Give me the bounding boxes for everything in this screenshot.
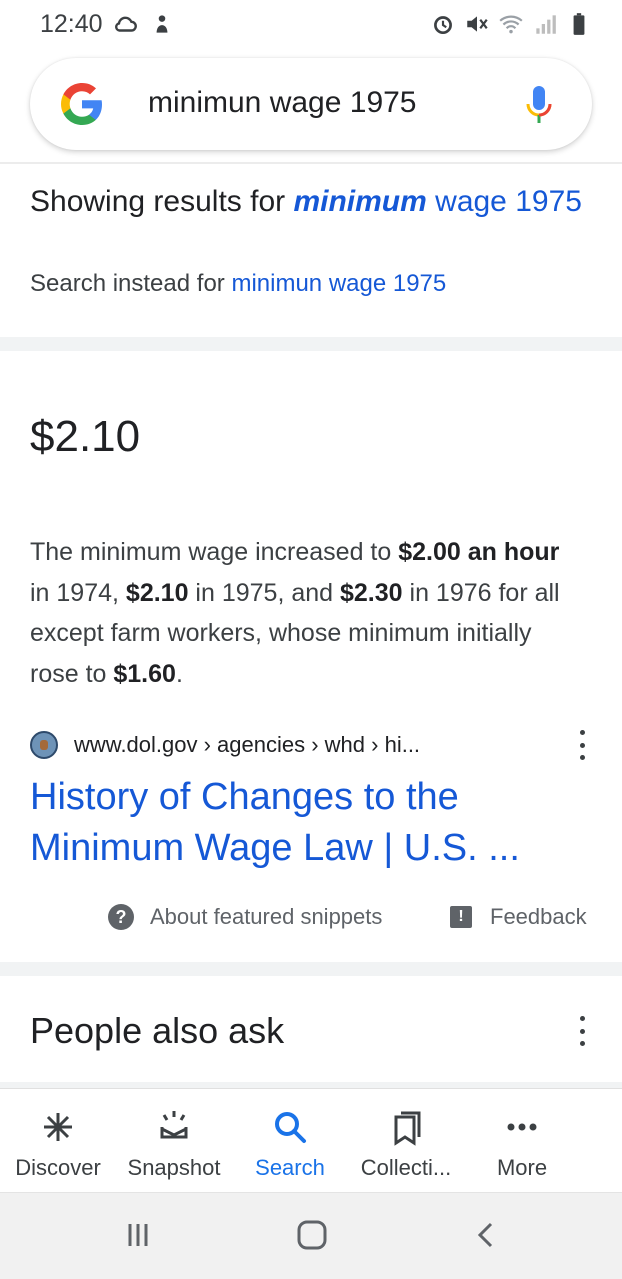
snippet-text: in 1974,: [30, 578, 126, 607]
snippet-bold-text: $2.00 an hour: [398, 538, 560, 566]
spelling-prefix: Showing results for: [30, 185, 294, 218]
search-bar[interactable]: minimun wage 1975: [30, 58, 592, 150]
source-row[interactable]: www.dol.gov › agencies › whd › hi...: [30, 728, 592, 762]
battery-icon: [573, 13, 585, 35]
nav-label: Search: [255, 1155, 325, 1180]
system-nav-bar: [0, 1192, 622, 1279]
recent-apps-button[interactable]: [118, 1215, 158, 1255]
original-query-link[interactable]: minimun wage 1975: [231, 270, 446, 297]
snippet-bold-text: $1.60: [113, 659, 176, 688]
bottom-nav: Discover Snapshot Search Collecti... Mor…: [0, 1088, 622, 1192]
featured-answer: $2.10: [30, 412, 141, 461]
search-icon: [275, 1112, 306, 1143]
feedback-label: Feedback: [490, 904, 587, 929]
snippet-bold-text: $2.10: [125, 578, 189, 607]
nav-label: Collecti...: [360, 1155, 452, 1180]
snippet-text: .: [175, 659, 183, 688]
more-icon: [507, 1123, 537, 1131]
people-also-ask-title: People also ask: [30, 1010, 285, 1051]
feedback-button[interactable]: ! Feedback: [450, 904, 587, 930]
snippet-footer: ? About featured snippets ! Feedback: [0, 900, 622, 936]
snippet-text: in 1975, and: [188, 578, 340, 607]
snippet-text: The minimum wage increased to: [30, 538, 399, 566]
nav-more[interactable]: More: [464, 1089, 580, 1192]
nav-snapshot[interactable]: Snapshot: [116, 1089, 232, 1192]
nav-search[interactable]: Search: [232, 1089, 348, 1192]
snapshot-icon: [160, 1111, 188, 1139]
corrected-query-link[interactable]: wage 1975: [427, 185, 582, 218]
alarm-icon: [434, 16, 452, 35]
result-title-link[interactable]: History of Changes to the Minimum Wage L…: [30, 772, 590, 874]
nav-label: Snapshot: [127, 1155, 221, 1180]
nav-label: Discover: [15, 1155, 101, 1180]
back-icon: [477, 1222, 493, 1248]
feedback-icon: !: [450, 906, 472, 928]
search-instead: Search instead for minimun wage 1975: [30, 270, 446, 298]
nav-label: More: [496, 1155, 548, 1180]
signal-icon: [536, 15, 556, 34]
site-favicon-icon: [30, 731, 58, 759]
microphone-icon[interactable]: [524, 84, 554, 126]
about-label: About featured snippets: [150, 904, 383, 929]
search-input[interactable]: minimun wage 1975: [148, 86, 417, 120]
nav-discover[interactable]: Discover: [0, 1089, 116, 1192]
status-bar: 12:40: [0, 0, 622, 48]
home-button[interactable]: [292, 1215, 332, 1255]
section-divider: [0, 337, 622, 351]
section-divider: [0, 962, 622, 976]
snippet-bold-text: $2.30: [340, 578, 403, 607]
nav-collections[interactable]: Collecti...: [348, 1089, 464, 1192]
mute-icon: [467, 16, 488, 32]
result-menu-icon[interactable]: [576, 730, 588, 760]
header-divider: [0, 162, 622, 164]
notification-icon: [156, 15, 167, 33]
recent-apps-icon: [128, 1224, 148, 1246]
corrected-word-link[interactable]: minimum: [293, 185, 426, 218]
google-logo-icon: [61, 83, 102, 125]
paa-menu-icon[interactable]: [576, 1016, 588, 1046]
help-icon: ?: [108, 904, 134, 930]
featured-snippet-text: The minimum wage increased to $2.00 an h…: [30, 532, 570, 694]
home-icon: [297, 1220, 327, 1250]
back-button[interactable]: [466, 1215, 506, 1255]
about-featured-snippets-button[interactable]: ? About featured snippets: [108, 904, 382, 930]
wifi-icon: [499, 15, 523, 34]
spelling-correction: Showing results for minimum wage 1975: [30, 182, 600, 222]
status-time: 12:40: [40, 9, 103, 38]
discover-icon: [44, 1113, 72, 1141]
cloud-icon: [114, 16, 137, 32]
search-instead-prefix: Search instead for: [30, 270, 232, 297]
collections-icon: [394, 1111, 421, 1146]
source-breadcrumb[interactable]: www.dol.gov › agencies › whd › hi...: [74, 732, 420, 758]
